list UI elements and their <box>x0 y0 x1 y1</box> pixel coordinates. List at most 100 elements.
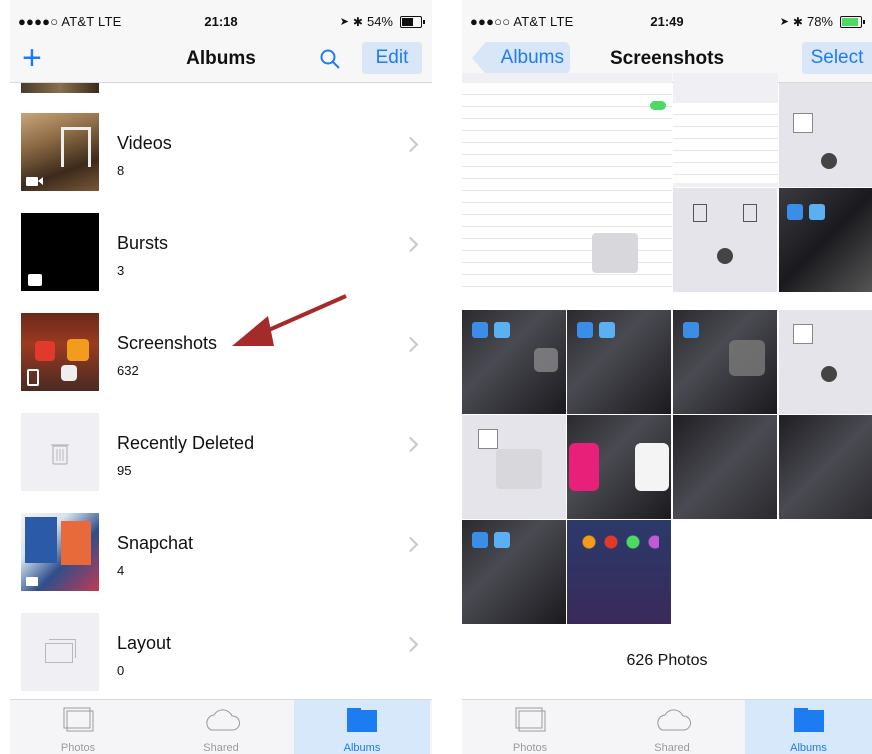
carton-shape <box>25 517 57 563</box>
chevron-right-icon <box>402 336 419 353</box>
tab-albums[interactable]: Albums <box>294 700 430 754</box>
tab-label: Albums <box>790 742 827 754</box>
photo-thumbnail[interactable] <box>673 73 778 187</box>
control-dot <box>717 248 733 264</box>
tab-photos[interactable]: Photos <box>462 700 598 754</box>
app-icon <box>472 532 488 548</box>
album-thumbnail <box>21 513 99 591</box>
select-button[interactable]: Select <box>802 42 872 74</box>
star-icon-tile <box>478 429 498 449</box>
battery-fill <box>402 17 413 26</box>
tab-label: Photos <box>512 742 548 754</box>
battery-indicator: ➤ ✱ 54% <box>339 14 425 29</box>
album-name: Layout <box>117 633 172 653</box>
photos-icon <box>515 707 546 732</box>
album-row-videos[interactable]: Videos 8 <box>10 101 432 201</box>
album-row-recently-deleted[interactable]: Recently Deleted 95 <box>10 401 432 501</box>
photo-grid <box>462 73 872 628</box>
app-icon-pink <box>569 443 599 491</box>
photo-thumbnail[interactable] <box>567 310 671 414</box>
album-row-bursts[interactable]: Bursts 3 <box>10 201 432 301</box>
tab-bar: Photos Shared Albums <box>462 699 872 754</box>
edit-button[interactable]: Edit <box>362 42 422 74</box>
album-row-screenshots[interactable]: Screenshots 632 <box>10 301 432 401</box>
photo-thumbnail[interactable] <box>462 415 566 519</box>
battery-percent: 78% <box>806 14 833 29</box>
tab-bar: Photos Shared Albums <box>10 699 432 754</box>
album-name: Videos <box>117 133 172 153</box>
photo-thumbnail[interactable] <box>567 415 671 519</box>
album-count: 0 <box>117 663 125 678</box>
album-thumbnail <box>21 313 99 391</box>
battery-icon <box>840 15 865 28</box>
trash-icon <box>51 444 69 465</box>
album-name: Recently Deleted <box>117 433 255 453</box>
app-icon-red <box>35 341 55 361</box>
search-icon[interactable] <box>319 48 341 70</box>
location-icon: ➤ <box>779 16 789 28</box>
album-row-snapchat[interactable]: Snapchat 4 <box>10 501 432 601</box>
album-count: 4 <box>117 563 125 578</box>
battery-percent: 54% <box>366 14 393 29</box>
folder-icon <box>793 708 824 732</box>
album-thumbnail <box>21 113 99 191</box>
tab-label: Albums <box>343 742 381 754</box>
control-dot <box>821 366 837 382</box>
app-icon-white <box>61 365 77 381</box>
app-icon <box>809 204 825 220</box>
album-thumbnail <box>21 413 99 491</box>
photo-thumbnail[interactable] <box>673 415 777 519</box>
albums-screen: ●●●●○ AT&T LTE 21:18 ➤ ✱ 54% + Albums Ed… <box>10 0 432 754</box>
chevron-right-icon <box>402 636 419 653</box>
photo-thumbnail[interactable] <box>673 188 777 292</box>
tab-label: Photos <box>60 742 96 754</box>
app-icon-grid <box>579 532 659 612</box>
photos-count: 626 Photos <box>626 652 708 669</box>
photo-thumbnail[interactable] <box>673 310 777 414</box>
chevron-right-icon <box>402 136 419 153</box>
battery-fill <box>842 17 858 26</box>
cloud-icon <box>657 709 691 731</box>
album-thumbnail-partial <box>21 83 99 93</box>
photo-thumbnail[interactable] <box>462 310 566 414</box>
tab-photos[interactable]: Photos <box>10 700 146 754</box>
screenshots-screen: ●●●○○ AT&T LTE 21:49 ➤ ✱ 78% Albums Scre… <box>462 0 872 754</box>
photo-thumbnail[interactable] <box>462 520 566 624</box>
battery-icon <box>400 15 425 28</box>
status-bar: ●●●●○ AT&T LTE 21:18 ➤ ✱ 54% <box>10 0 432 40</box>
app-icon <box>472 322 488 338</box>
chevron-right-icon <box>402 436 419 453</box>
album-name: Screenshots <box>117 333 218 353</box>
location-icon: ➤ <box>339 16 349 28</box>
control-tile <box>693 204 707 222</box>
chair-shape <box>61 127 91 167</box>
carton-shape <box>61 521 91 565</box>
video-camera-lens <box>38 177 43 185</box>
control-tile <box>743 204 757 222</box>
photo-thumbnail[interactable] <box>779 310 872 414</box>
photo-thumbnail[interactable] <box>462 73 672 293</box>
chevron-right-icon <box>402 536 419 553</box>
ringer-popup <box>496 449 542 489</box>
album-list: Videos 8 Bursts 3 Screenshots 632 Recent… <box>10 83 432 700</box>
tab-albums[interactable]: Albums <box>745 700 872 754</box>
tab-shared[interactable]: Shared <box>153 700 289 754</box>
navigation-bar: + Albums Edit <box>10 40 432 83</box>
layout-icon-back <box>49 639 76 658</box>
album-row-layout[interactable]: Layout 0 <box>10 601 432 701</box>
album-count: 8 <box>117 163 125 178</box>
app-icon <box>577 322 593 338</box>
chevron-right-icon <box>402 236 419 253</box>
assistive-touch-menu <box>534 348 558 372</box>
tab-label: Shared <box>654 742 690 754</box>
assistive-touch-menu <box>729 340 765 376</box>
photo-thumbnail[interactable] <box>779 415 872 519</box>
ringer-popup <box>592 233 638 273</box>
tab-shared[interactable]: Shared <box>604 700 740 754</box>
photo-thumbnail[interactable] <box>779 83 872 187</box>
battery-indicator: ➤ ✱ 78% <box>779 14 865 29</box>
album-name: Bursts <box>117 233 169 253</box>
photo-thumbnail[interactable] <box>567 520 671 624</box>
photo-thumbnail[interactable] <box>779 188 872 292</box>
control-dot <box>821 153 837 169</box>
